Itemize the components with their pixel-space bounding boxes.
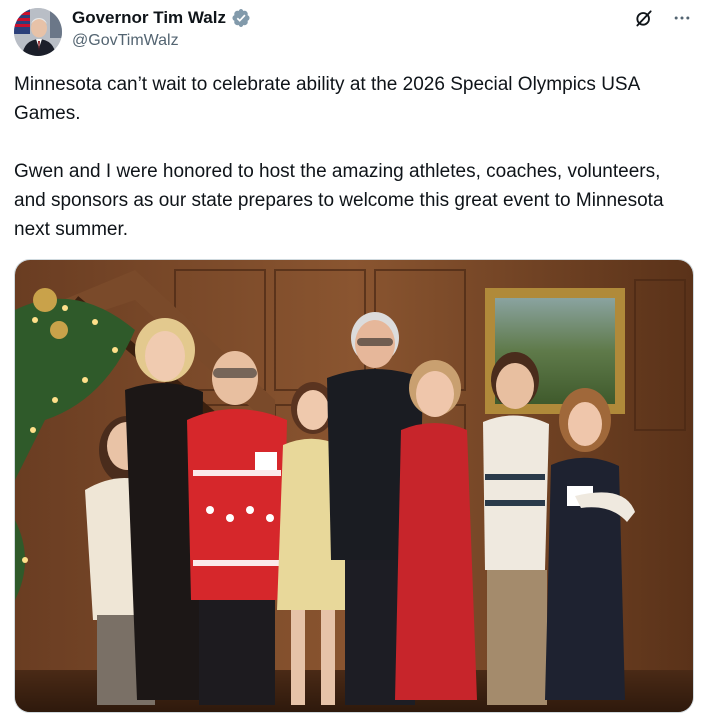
group-photo-image xyxy=(15,260,693,712)
avatar[interactable] xyxy=(14,8,62,56)
profile-avatar-image xyxy=(14,8,62,56)
author-handle[interactable]: @GovTimWalz xyxy=(72,32,179,50)
author-name-row: Governor Tim Walz xyxy=(72,7,251,29)
grok-icon[interactable] xyxy=(632,6,656,30)
more-options-icon[interactable] xyxy=(670,6,694,30)
tweet-card[interactable]: Governor Tim Walz @GovTimWalz Minnesota … xyxy=(0,0,712,724)
tweet-photo[interactable] xyxy=(14,259,694,713)
author-display-name[interactable]: Governor Tim Walz xyxy=(72,8,226,28)
tweet-text: Minnesota can’t wait to celebrate abilit… xyxy=(14,70,694,244)
verified-badge-icon[interactable] xyxy=(231,8,251,28)
tweet-paragraph-1: Minnesota can’t wait to celebrate abilit… xyxy=(14,74,640,124)
tweet-paragraph-2: Gwen and I were honored to host the amaz… xyxy=(14,161,664,240)
header-actions xyxy=(632,6,694,30)
